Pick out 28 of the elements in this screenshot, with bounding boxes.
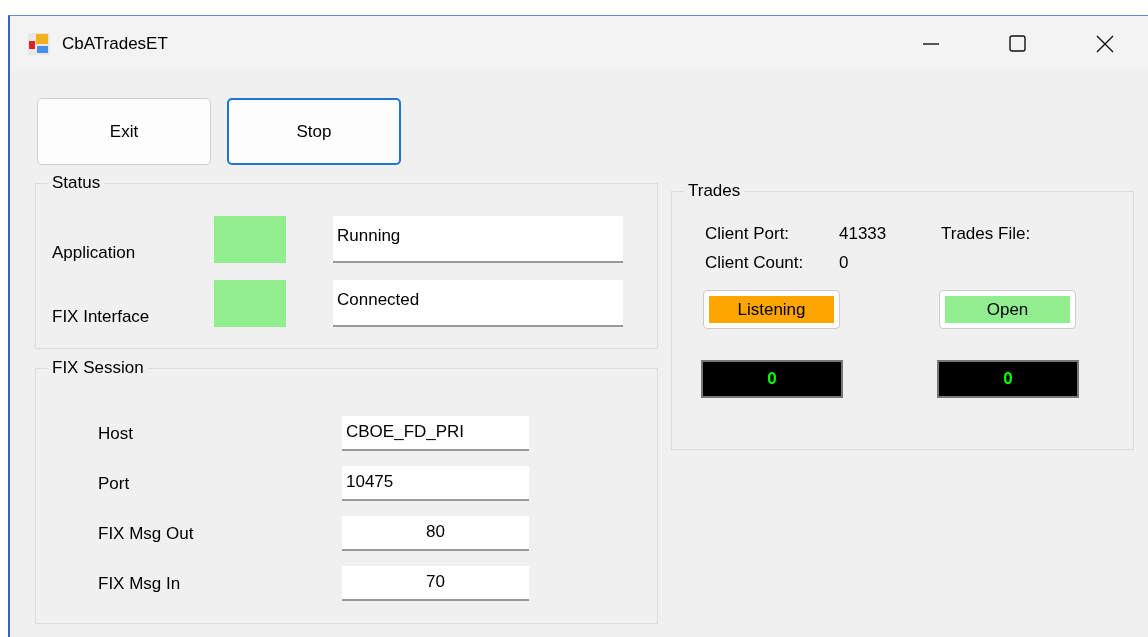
field-label: Client Port: xyxy=(705,224,791,245)
close-icon xyxy=(1095,34,1114,53)
port-value: 41333 xyxy=(839,224,888,245)
window-title: CbATradesET xyxy=(62,33,169,54)
minimize-icon xyxy=(922,42,939,45)
status-button[interactable]: Listening xyxy=(703,290,840,329)
field-label: Trades File: xyxy=(941,224,1032,245)
field-label: Port xyxy=(98,473,131,494)
input-field[interactable]: 10475 xyxy=(342,466,529,501)
counter-display: 0 xyxy=(937,360,1079,398)
app-icon xyxy=(27,31,51,56)
status-button[interactable]: Open xyxy=(939,290,1076,329)
status-label: Application xyxy=(52,243,137,263)
maximize-icon xyxy=(1009,35,1026,52)
status-label: FIX Interface xyxy=(52,307,151,327)
input-field[interactable]: 70 xyxy=(342,566,529,601)
field-label: Host xyxy=(98,423,134,444)
field-label: Client Count: xyxy=(705,253,805,274)
field-label: FIX Msg Out xyxy=(98,523,195,544)
counter-display: 0 xyxy=(701,360,843,398)
count-value: 0 xyxy=(839,253,850,274)
input-field[interactable]: 80 xyxy=(342,516,529,551)
exit-button[interactable]: Exit xyxy=(37,98,211,165)
stop-button[interactable]: Stop xyxy=(227,98,401,165)
field-label: FIX Msg In xyxy=(98,573,182,594)
status-field: Running xyxy=(333,216,623,263)
status-field: Connected xyxy=(333,280,623,327)
input-field[interactable]: CBOE_FD_PRI xyxy=(342,416,529,451)
